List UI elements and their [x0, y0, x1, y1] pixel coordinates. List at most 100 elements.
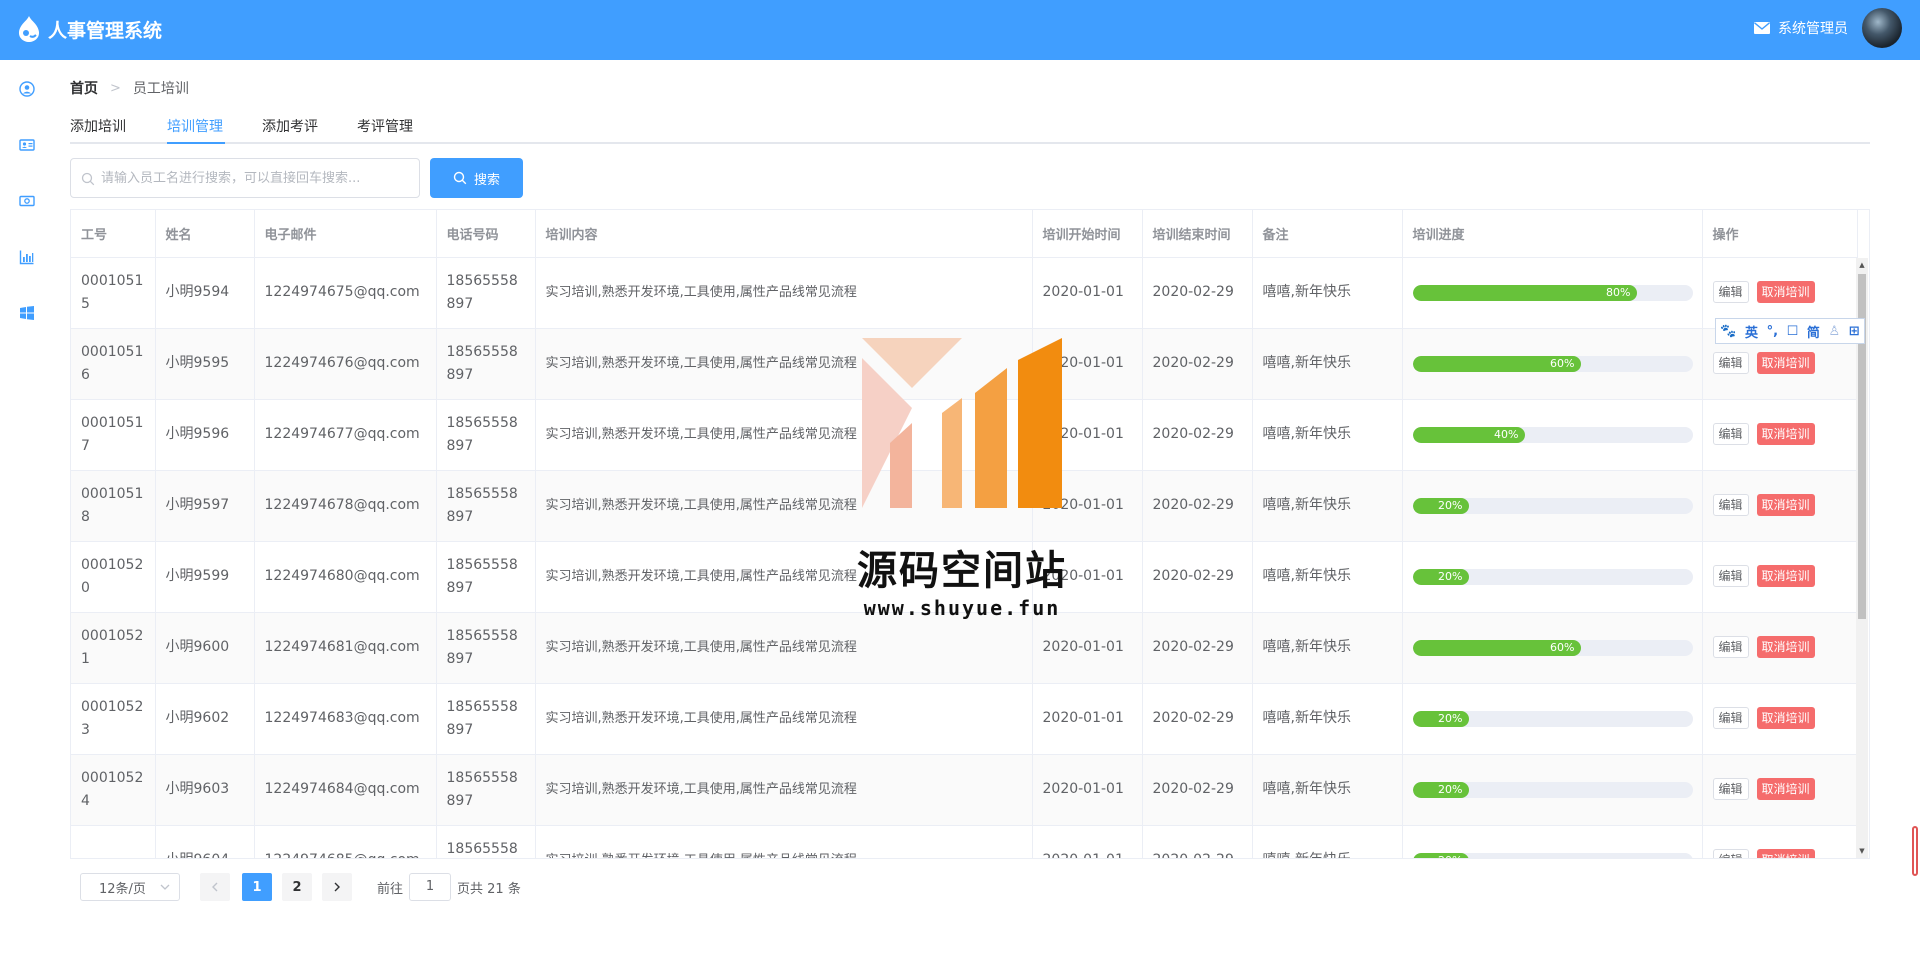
- cancel-training-button[interactable]: 取消培训: [1756, 423, 1815, 445]
- cell-id: 00010515: [71, 257, 156, 329]
- cell-content: 实习培训,熟悉开发环境,工具使用,属性产品线常见流程: [535, 470, 1033, 542]
- cancel-training-button[interactable]: 取消培训: [1756, 778, 1815, 800]
- cancel-training-button[interactable]: 取消培训: [1756, 352, 1815, 374]
- cell-name: 小明9596: [155, 399, 255, 471]
- app-logo[interactable]: 人事管理系统: [14, 14, 162, 44]
- cell-name: 小明9603: [155, 754, 255, 826]
- user-icon[interactable]: [19, 81, 35, 97]
- mail-icon[interactable]: [1754, 22, 1770, 34]
- progress-text: 20%: [1438, 498, 1463, 512]
- paw-icon[interactable]: 🐾: [1720, 324, 1736, 339]
- cell-remark: 嘻嘻,新年快乐: [1252, 257, 1403, 329]
- scroll-up-icon[interactable]: ▲: [1858, 261, 1866, 269]
- table-row[interactable]: 00010518 小明9597 1224974678@qq.com 185655588…: [71, 470, 1858, 542]
- col-header-phone: 电话号码: [436, 210, 536, 258]
- progress-fill: 20%: [1412, 710, 1469, 727]
- tab-add-training[interactable]: 添加培训: [70, 116, 126, 136]
- money-icon[interactable]: [19, 193, 35, 209]
- table-row[interactable]: 00010515 小明9594 1224974675@qq.com 185655588…: [71, 257, 1858, 329]
- cell-start: 2020-01-01: [1032, 257, 1143, 329]
- prev-page-button[interactable]: [200, 873, 230, 901]
- progress-bar: 60%: [1412, 355, 1693, 372]
- ime-simplified-toggle[interactable]: 简: [1807, 322, 1820, 341]
- table-row[interactable]: 00010524 小明9603 1224974684@qq.com 185655588…: [71, 754, 1858, 826]
- goto-page-input[interactable]: 1: [409, 873, 452, 901]
- cell-content: 实习培训,熟悉开发环境,工具使用,属性产品线常见流程: [535, 399, 1033, 471]
- cell-end: 2020-02-29: [1142, 754, 1253, 826]
- tab-add-appraisal[interactable]: 添加考评: [262, 116, 318, 136]
- cell-end: 2020-02-29: [1142, 612, 1253, 684]
- tab-training-manage[interactable]: 培训管理: [167, 116, 223, 136]
- search-button[interactable]: 搜索: [430, 158, 523, 198]
- cancel-training-button[interactable]: 取消培训: [1756, 636, 1815, 658]
- table-row[interactable]: 00010520 小明9599 1224974680@qq.com 185655588…: [71, 541, 1858, 613]
- cell-end: 2020-02-29: [1142, 825, 1253, 858]
- edge-handle[interactable]: [1912, 826, 1918, 876]
- col-header-name: 姓名: [155, 210, 255, 258]
- progress-text: 80%: [1606, 285, 1631, 299]
- breadcrumb-separator-icon: >: [110, 80, 121, 96]
- progress-bar: 60%: [1412, 639, 1693, 656]
- ime-grid-icon[interactable]: ⊞: [1849, 324, 1860, 339]
- admin-name[interactable]: 系统管理员: [1778, 18, 1848, 38]
- tab-appraisal-manage[interactable]: 考评管理: [357, 116, 413, 136]
- cancel-training-button[interactable]: 取消培训: [1756, 494, 1815, 516]
- training-table: 工号 姓名 电子邮件 电话号码 培训内容 培训开始时间 培训结束时间 备注 培训…: [70, 209, 1870, 859]
- ime-user-icon[interactable]: ♙: [1829, 324, 1841, 339]
- search-field[interactable]: [70, 158, 420, 198]
- cancel-training-button[interactable]: 取消培训: [1756, 565, 1815, 587]
- cell-phone: 18565558897: [436, 825, 536, 858]
- table-header-row: 工号 姓名 电子邮件 电话号码 培训内容 培训开始时间 培训结束时间 备注 培训…: [71, 210, 1858, 258]
- chart-icon[interactable]: [19, 249, 35, 265]
- cell-remark: 嘻嘻,新年快乐: [1252, 754, 1403, 826]
- cell-name: 小明9600: [155, 612, 255, 684]
- edit-button[interactable]: 编辑: [1712, 707, 1749, 729]
- edit-button[interactable]: 编辑: [1712, 849, 1749, 858]
- edit-button[interactable]: 编辑: [1712, 494, 1749, 516]
- table-row[interactable]: 小明96041224974685@qq.com18565558897实习培训,熟…: [71, 825, 1858, 859]
- avatar[interactable]: [1862, 8, 1902, 48]
- cell-remark: 嘻嘻,新年快乐: [1252, 541, 1403, 613]
- page-1-button[interactable]: 1: [242, 873, 272, 901]
- cell-id: 00010523: [71, 683, 156, 755]
- cell-remark: 嘻嘻,新年快乐: [1252, 470, 1403, 542]
- progress-text: 20%: [1438, 854, 1462, 859]
- table-row[interactable]: 00010523 小明9602 1224974683@qq.com 185655588…: [71, 683, 1858, 755]
- breadcrumb-home[interactable]: 首页: [70, 78, 98, 98]
- cancel-training-button[interactable]: 取消培训: [1756, 707, 1815, 729]
- windows-icon[interactable]: [19, 305, 35, 321]
- table-row[interactable]: 00010521 小明9600 1224974681@qq.com 185655588…: [71, 612, 1858, 684]
- scroll-down-icon[interactable]: ▼: [1858, 847, 1866, 855]
- edit-button[interactable]: 编辑: [1712, 352, 1749, 374]
- cell-end: 2020-02-29: [1142, 257, 1253, 329]
- table-scrollbar[interactable]: ▲ ▼: [1856, 258, 1868, 858]
- edit-button[interactable]: 编辑: [1712, 565, 1749, 587]
- cell-start: 2020-01-01: [1032, 825, 1143, 858]
- progress-fill: 60%: [1412, 639, 1581, 656]
- cell-phone: 18565558897: [436, 541, 536, 613]
- ime-cup-icon[interactable]: ☐: [1787, 324, 1799, 339]
- ime-punct-toggle[interactable]: °,: [1767, 324, 1778, 339]
- next-page-button[interactable]: [322, 873, 352, 901]
- edit-button[interactable]: 编辑: [1712, 778, 1749, 800]
- id-card-icon[interactable]: [19, 137, 35, 153]
- page-size-select[interactable]: 12条/页: [80, 873, 180, 901]
- cell-id: 00010518: [71, 470, 156, 542]
- cell-actions: 编辑取消培训: [1702, 470, 1858, 542]
- cell-start: 2020-01-01: [1032, 399, 1143, 471]
- page-2-button[interactable]: 2: [282, 873, 312, 901]
- ime-lang-toggle[interactable]: 英: [1745, 322, 1758, 341]
- edit-button[interactable]: 编辑: [1712, 281, 1749, 303]
- cancel-training-button[interactable]: 取消培训: [1756, 849, 1815, 858]
- cancel-training-button[interactable]: 取消培训: [1756, 281, 1815, 303]
- table-row[interactable]: 00010516 小明9595 1224974676@qq.com 185655588…: [71, 328, 1858, 400]
- cell-remark: 嘻嘻,新年快乐: [1252, 683, 1403, 755]
- table-row[interactable]: 00010517 小明9596 1224974677@qq.com 185655588…: [71, 399, 1858, 471]
- edit-button[interactable]: 编辑: [1712, 636, 1749, 658]
- edit-button[interactable]: 编辑: [1712, 423, 1749, 445]
- cell-name: 小明9602: [155, 683, 255, 755]
- col-header-actions: 操作: [1702, 210, 1858, 258]
- cell-id: [71, 825, 156, 858]
- search-input[interactable]: [101, 167, 411, 189]
- drupal-drop-icon: [18, 16, 40, 42]
